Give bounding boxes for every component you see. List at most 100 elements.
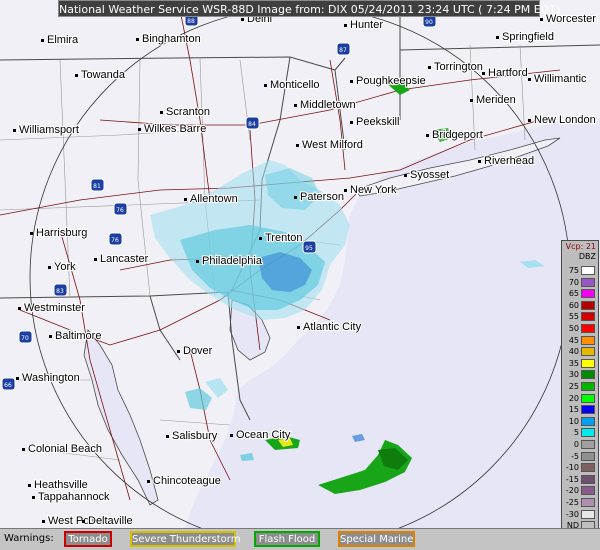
city-label: Harrisburg — [36, 227, 87, 239]
legend-level-label: 65 — [568, 289, 579, 299]
dbz-legend: Vcp: 21 DBZ 75 70 65 60 55 50 45 40 35 30 25 20 15 10… — [561, 240, 599, 542]
legend-level-label: 15 — [568, 405, 579, 415]
city-label: Trenton — [265, 232, 303, 244]
legend-row: 0 — [562, 439, 598, 450]
city-marker — [426, 134, 429, 137]
legend-row: -20 — [562, 485, 598, 496]
city-label: Chincoteague — [153, 475, 221, 487]
city-label: Peekskill — [356, 116, 399, 128]
legend-row: 15 — [562, 404, 598, 415]
legend-row: 40 — [562, 346, 598, 357]
city-marker — [528, 119, 531, 122]
city-marker — [470, 99, 473, 102]
legend-color-swatch — [581, 405, 595, 415]
legend-level-label: 25 — [568, 382, 579, 391]
warnings-bar: Warnings: Tornado Severe Thunderstorm Fl… — [0, 528, 600, 550]
city-label: Dover — [183, 345, 213, 357]
city-label: Baltimore — [55, 330, 101, 342]
city-marker — [30, 232, 33, 235]
city-marker — [184, 198, 187, 201]
city-label: Bridgeport — [432, 129, 483, 141]
city-marker — [482, 72, 485, 75]
legend-row: 55 — [562, 311, 598, 322]
city-label: New London — [534, 114, 596, 126]
city-marker — [41, 39, 44, 42]
city-label: Williamsport — [19, 124, 79, 136]
city-marker — [404, 174, 407, 177]
city-marker — [230, 434, 233, 437]
legend-level-label: -20 — [565, 486, 579, 496]
severe-thunderstorm-warning-button[interactable]: Severe Thunderstorm — [130, 531, 240, 547]
city-marker — [344, 189, 347, 192]
city-marker — [428, 66, 431, 69]
city-marker — [160, 111, 163, 114]
special-marine-warning-button[interactable]: Special Marine — [338, 531, 415, 547]
legend-row: 10 — [562, 416, 598, 427]
city-label: Philadelphia — [202, 255, 263, 267]
legend-header: Vcp: 21 DBZ — [562, 241, 598, 263]
city-label: Paterson — [300, 191, 344, 203]
legend-level-label: 45 — [568, 335, 579, 345]
interstate-number: 66 — [4, 382, 12, 389]
city-label: Meriden — [476, 94, 516, 106]
city-marker — [241, 18, 244, 21]
legend-color-swatch — [581, 300, 595, 310]
legend-level-label: 30 — [568, 370, 579, 380]
city-label: Elmira — [47, 34, 79, 46]
legend-row: 25 — [562, 381, 598, 392]
tornado-warning-button[interactable]: Tornado — [64, 531, 112, 547]
image-title: National Weather Service WSR-88D Image f… — [58, 0, 560, 17]
city-label: Atlantic City — [303, 321, 362, 333]
city-marker — [294, 196, 297, 199]
city-label: Ocean City — [236, 429, 291, 441]
city-label: Riverhead — [484, 155, 534, 167]
city-marker — [350, 121, 353, 124]
legend-level-label: 35 — [568, 358, 579, 368]
city-marker — [18, 307, 21, 310]
city-label: Westminster — [24, 302, 85, 314]
interstate-number: 95 — [305, 245, 313, 252]
city-marker — [138, 128, 141, 131]
city-marker — [166, 435, 169, 438]
legend-color-swatch — [581, 277, 595, 287]
radar-map[interactable]: 88 90 87 84 81 76 76 95 83 70 66 Elmira Binghamton D… — [0, 0, 600, 528]
legend-level-label: 40 — [568, 347, 579, 357]
city-marker — [22, 448, 25, 451]
city-label: Monticello — [270, 79, 320, 91]
legend-row: 20 — [562, 393, 598, 404]
city-marker — [294, 104, 297, 107]
legend-level-label: 60 — [568, 300, 579, 310]
city-label: York — [54, 261, 76, 273]
legend-color-swatch — [581, 324, 595, 333]
legend-level-label: 55 — [568, 312, 579, 322]
city-marker — [478, 160, 481, 163]
city-marker — [297, 326, 300, 329]
legend-level-label: 20 — [568, 393, 579, 403]
legend-color-swatch — [581, 416, 595, 426]
legend-color-swatch — [581, 486, 595, 496]
legend-row: 35 — [562, 358, 598, 369]
city-label: Towanda — [81, 69, 126, 81]
legend-color-swatch — [581, 463, 595, 473]
interstate-number: 76 — [111, 237, 119, 244]
legend-color-swatch — [581, 382, 595, 391]
legend-color-swatch — [581, 509, 595, 519]
flash-flood-warning-button[interactable]: Flash Flood — [254, 531, 320, 547]
legend-row: -25 — [562, 497, 598, 508]
interstate-number: 76 — [116, 207, 124, 214]
city-label: Tappahannock — [38, 491, 110, 503]
city-marker — [177, 350, 180, 353]
city-marker — [49, 335, 52, 338]
city-label: Heathsville — [34, 479, 88, 491]
city-marker — [48, 266, 51, 269]
city-marker — [496, 36, 499, 39]
legend-row: 75 — [562, 265, 598, 276]
interstate-number: 70 — [21, 335, 29, 342]
legend-row: 45 — [562, 335, 598, 346]
legend-level-label: 70 — [568, 277, 579, 287]
city-label: New York — [350, 184, 397, 196]
legend-level-label: -25 — [565, 498, 579, 507]
warnings-label: Warnings: — [4, 533, 54, 544]
city-marker — [28, 484, 31, 487]
legend-color-swatch — [581, 370, 595, 380]
